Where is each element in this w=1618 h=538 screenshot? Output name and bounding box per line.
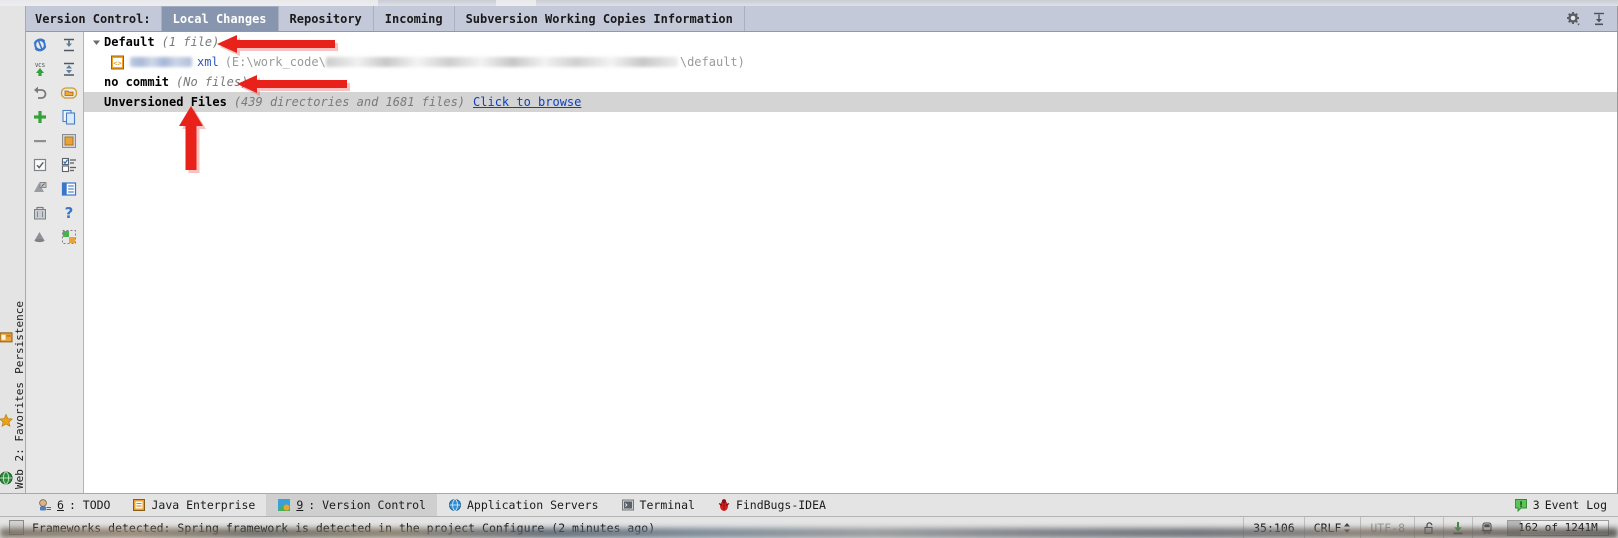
preview-diff-button[interactable] xyxy=(58,178,80,200)
tool-window-label: FindBugs-IDEA xyxy=(735,498,826,512)
tool-window-java-enterprise[interactable]: Java Enterprise xyxy=(121,494,266,516)
tool-window-terminal[interactable]: Terminal xyxy=(610,494,706,516)
panel-title: Version Control: xyxy=(35,11,151,26)
file-path-prefix: (E:\work_code\ xyxy=(224,55,326,69)
event-log-label: Event Log xyxy=(1544,498,1607,512)
commit-changes-button[interactable]: VCS xyxy=(29,58,51,80)
click-to-browse-link[interactable]: Click to browse xyxy=(473,95,581,109)
version-control-icon xyxy=(277,498,291,512)
tool-window-label: : TODO xyxy=(68,498,111,512)
hide-panel-icon[interactable] xyxy=(1591,11,1607,27)
changelist-row-no-commit[interactable]: no commit (No files) xyxy=(84,72,1617,92)
event-log-count: 3 xyxy=(1532,498,1540,512)
changes-action-toolbar: VCS ? xyxy=(26,32,84,493)
changelist-name: no commit xyxy=(104,75,170,89)
rail-item-web[interactable]: Web xyxy=(0,465,26,493)
rail-item-label: Web xyxy=(13,469,26,489)
changelist-name: Default xyxy=(104,35,155,49)
ignore-files-button[interactable] xyxy=(58,226,80,248)
unversioned-files-count: (439 directories and 1681 files) xyxy=(233,95,466,109)
svg-text:?: ? xyxy=(64,204,73,222)
tool-window-label: : Version Control xyxy=(308,498,426,512)
unversioned-files-label: Unversioned Files xyxy=(104,95,227,109)
version-control-tab-bar: Version Control: Local Changes Repositor… xyxy=(26,6,1617,32)
help-button[interactable]: ? xyxy=(58,202,80,224)
java-enterprise-icon xyxy=(132,498,146,512)
screen-bottom-blur xyxy=(0,528,1618,538)
revert-button[interactable] xyxy=(29,202,51,224)
shelf-button[interactable] xyxy=(29,226,51,248)
new-changelist-button[interactable] xyxy=(29,106,51,128)
show-diff-button[interactable] xyxy=(58,106,80,128)
rail-item-label: 2: Favorites xyxy=(13,381,26,461)
tool-window-bar: 6 : TODO Java Enterprise 9: Version Con… xyxy=(0,493,1618,516)
application-servers-icon xyxy=(448,498,462,512)
collapse-all-button[interactable] xyxy=(58,58,80,80)
tab-repository[interactable]: Repository xyxy=(277,6,374,31)
tab-local-changes[interactable]: Local Changes xyxy=(160,6,279,31)
set-active-changelist-button[interactable] xyxy=(58,154,80,176)
tool-window-label: Java Enterprise xyxy=(151,498,256,512)
tool-window-label: Application Servers xyxy=(466,498,599,512)
changelist-count: (1 file) xyxy=(161,35,220,49)
todo-icon xyxy=(38,498,52,512)
tool-window-label: Terminal xyxy=(639,498,695,512)
changed-file-row[interactable]: <> xml (E:\work_code\ \default) xyxy=(84,52,1617,72)
unversioned-files-row[interactable]: Unversioned Files (439 directories and 1… xyxy=(84,92,1617,112)
svg-text:<>: <> xyxy=(113,59,121,67)
xml-file-icon: <> xyxy=(110,55,125,70)
terminal-icon xyxy=(621,498,635,512)
local-changes-tree[interactable]: Default (1 file) <> xml (E:\work_code\ \… xyxy=(84,32,1617,493)
tool-window-todo[interactable]: 6 : TODO xyxy=(27,494,121,516)
delete-changelist-button[interactable] xyxy=(29,130,51,152)
favorites-star-icon xyxy=(0,413,14,427)
persistence-icon xyxy=(0,329,13,343)
rail-item-label: Persistence xyxy=(13,300,26,374)
select-checkboxes-button[interactable] xyxy=(29,154,51,176)
group-by-directory-button[interactable] xyxy=(58,82,80,104)
tool-window-version-control[interactable]: 9 : Version Control xyxy=(266,494,437,516)
refresh-button[interactable] xyxy=(29,34,51,56)
chevron-down-icon[interactable] xyxy=(90,36,103,49)
tab-incoming[interactable]: Incoming xyxy=(372,6,455,31)
rollback-button[interactable] xyxy=(29,82,51,104)
file-extension: xml xyxy=(197,55,219,69)
arrow-unversioned-files xyxy=(179,106,206,173)
tool-window-shortcut: 9 xyxy=(296,498,304,512)
left-tool-window-rail: Persistence 2: Favorites Web xyxy=(0,6,26,493)
version-control-tool-window: Version Control: Local Changes Repositor… xyxy=(26,6,1618,493)
expand-all-button[interactable] xyxy=(58,34,80,56)
move-to-another-changelist-button[interactable] xyxy=(58,130,80,152)
file-path-redacted xyxy=(325,57,678,67)
file-name-redacted xyxy=(130,57,192,67)
settings-gear-icon[interactable] xyxy=(1565,11,1581,27)
tool-window-findbugs[interactable]: FindBugs-IDEA xyxy=(706,494,837,516)
event-log-button[interactable]: 3 Event Log xyxy=(1503,498,1618,513)
intellij-window: Persistence 2: Favorites Web Version Con… xyxy=(0,0,1618,538)
rail-item-favorites[interactable]: 2: Favorites xyxy=(0,378,26,465)
event-log-icon xyxy=(1514,498,1528,513)
rail-item-persistence[interactable]: Persistence xyxy=(0,297,26,378)
changelist-row-default[interactable]: Default (1 file) xyxy=(84,32,1617,52)
web-icon xyxy=(0,471,13,485)
tool-window-shortcut: 6 xyxy=(57,498,64,512)
changelist-count: (No files) xyxy=(176,75,249,89)
tab-subversion-working-copies[interactable]: Subversion Working Copies Information xyxy=(453,6,745,31)
file-path-suffix: \default) xyxy=(679,55,745,69)
findbugs-icon xyxy=(717,498,731,512)
tool-window-application-servers[interactable]: Application Servers xyxy=(437,494,610,516)
shelve-changes-button[interactable] xyxy=(29,178,51,200)
